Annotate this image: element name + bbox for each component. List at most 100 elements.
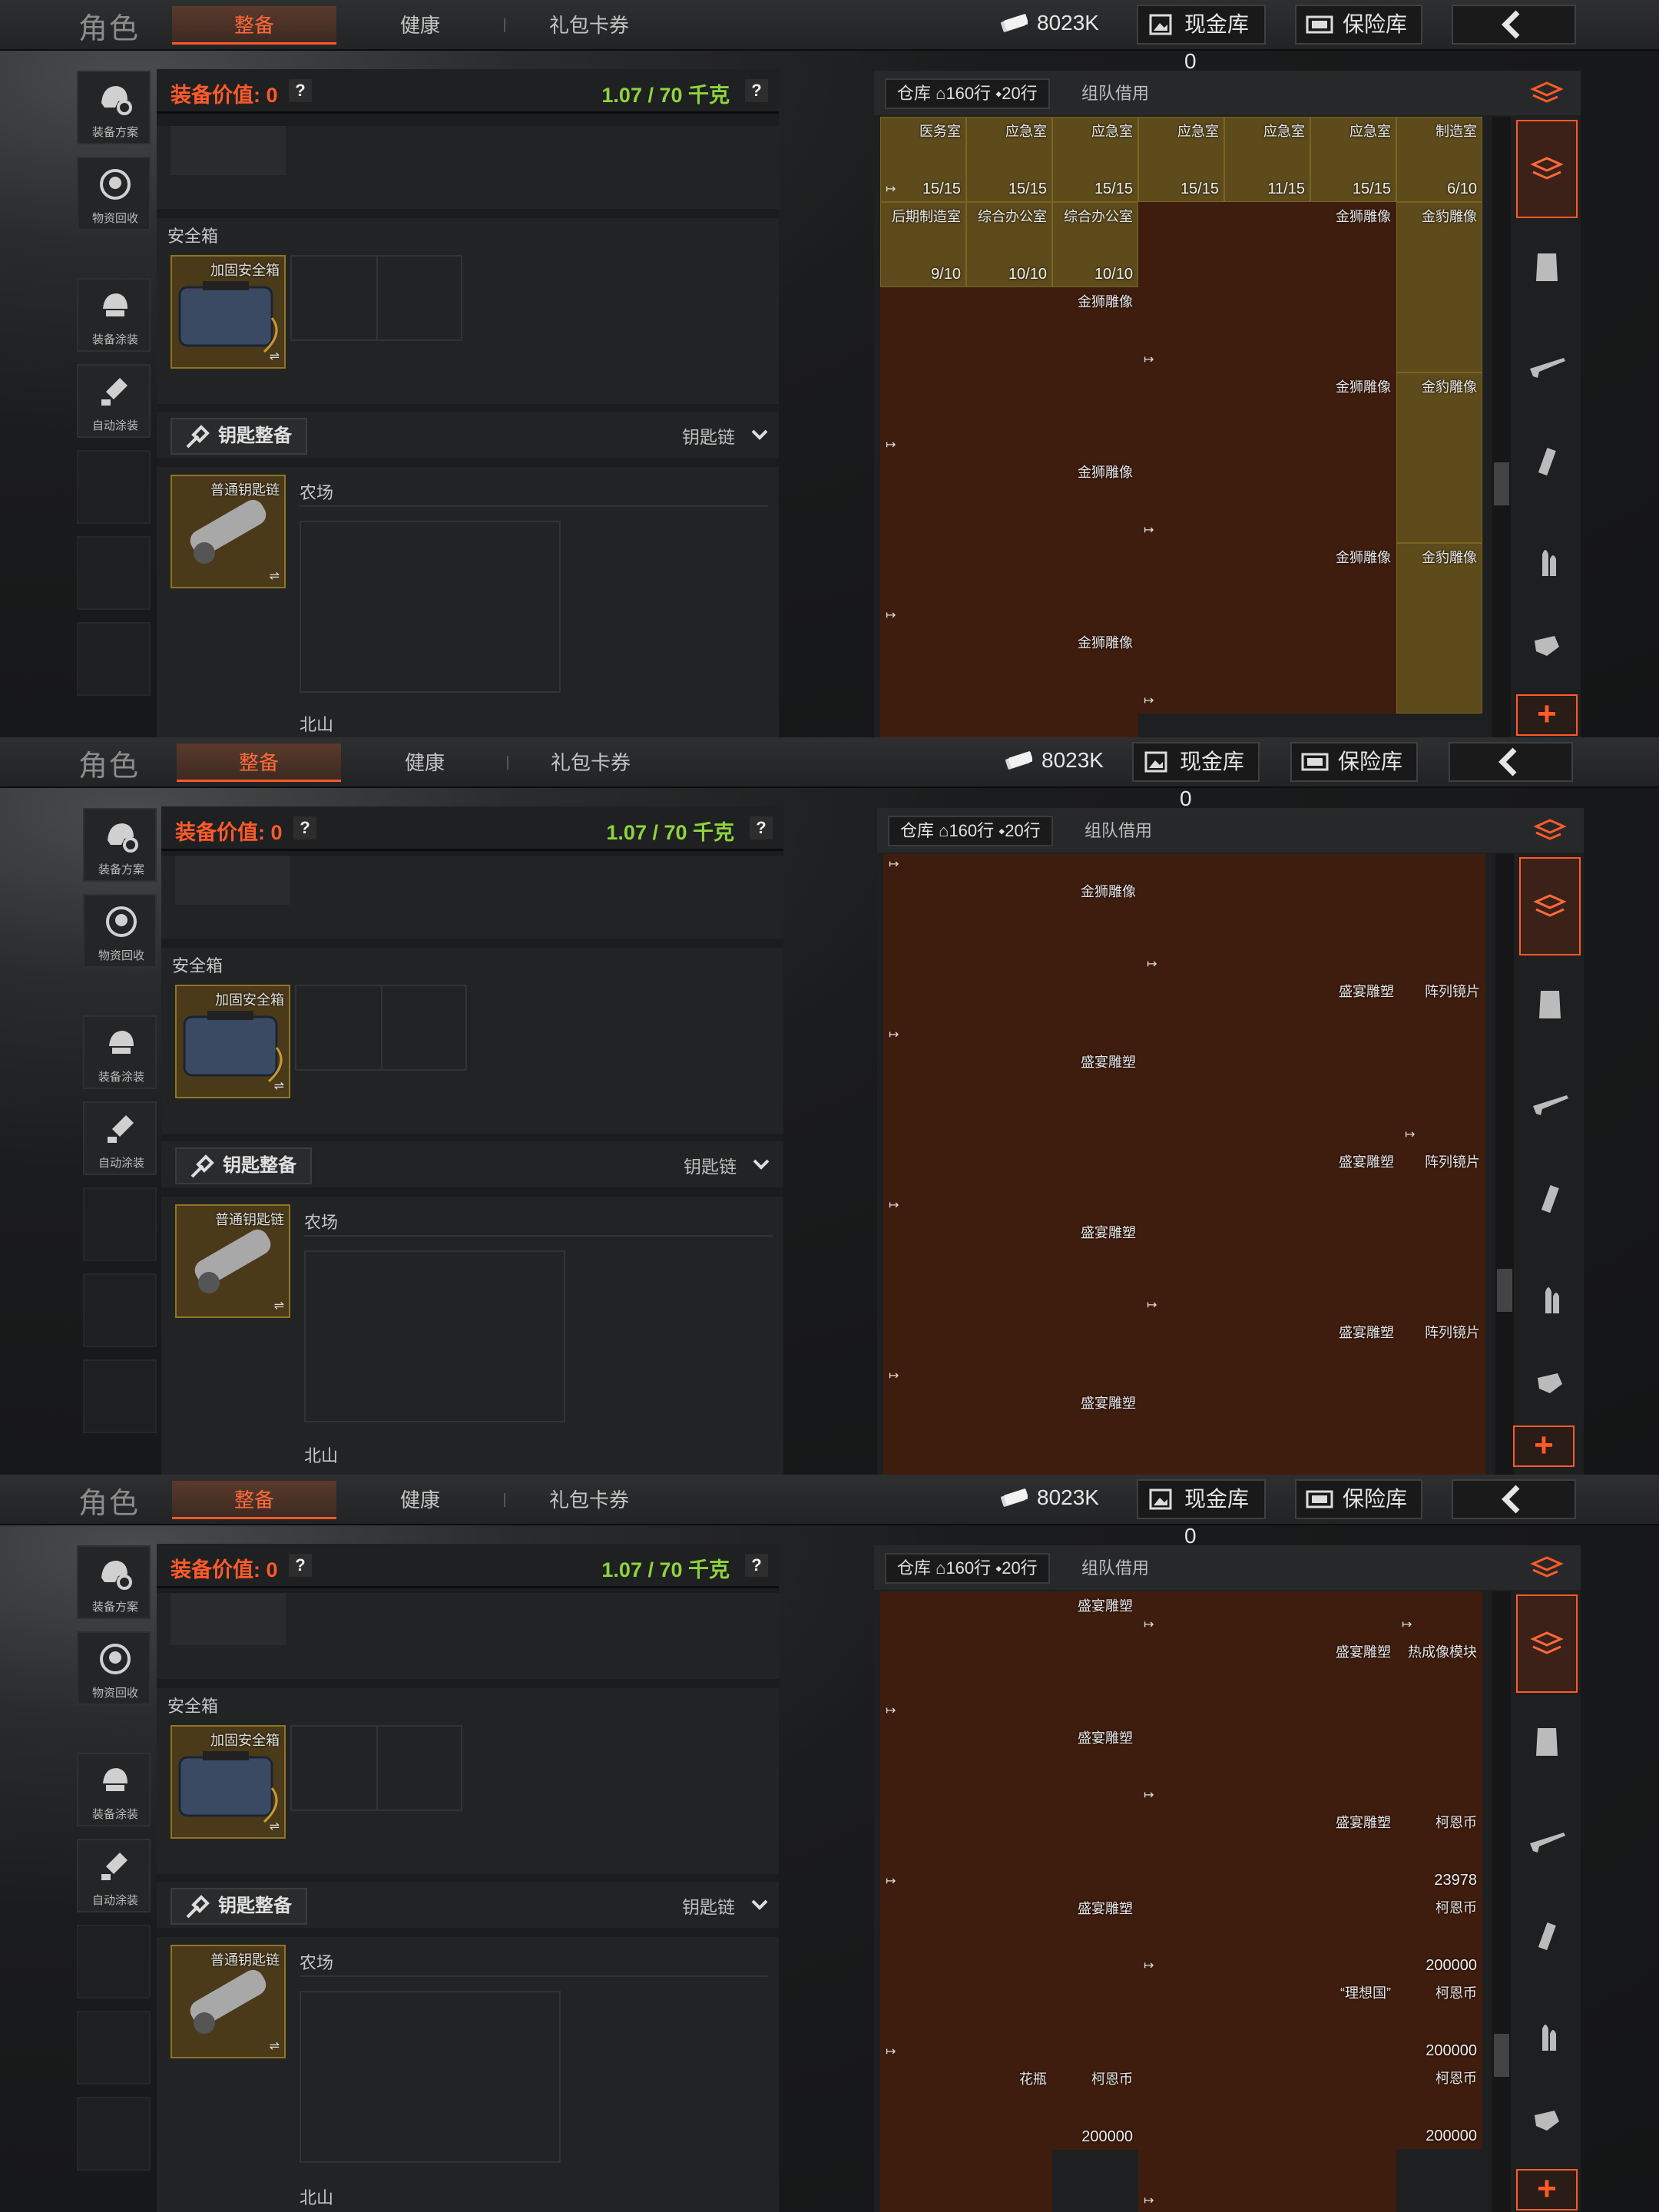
warehouse-item[interactable]: 热成像模块	[1396, 1637, 1482, 1808]
tab-prepare[interactable]: 整备	[172, 1481, 336, 1519]
tab-gift-coupons[interactable]: 礼包卡券	[507, 6, 671, 45]
cash-vault-button[interactable]: 现金库 0	[1132, 742, 1260, 810]
warehouse-scrollbar[interactable]	[1492, 1591, 1511, 2212]
keychain-dropdown[interactable]: 钥匙链	[682, 422, 735, 449]
back-button[interactable]	[1449, 742, 1573, 782]
warehouse-item[interactable]: 盛宴雕塑	[883, 1389, 1141, 1475]
back-button[interactable]	[1452, 1479, 1576, 1519]
warehouse-item[interactable]: 盛宴雕塑	[1141, 1318, 1399, 1475]
warehouse-item[interactable]: 柯恩币 23978	[1396, 1808, 1482, 1893]
category-all[interactable]	[1519, 857, 1581, 955]
category-ammo[interactable]	[1516, 1989, 1578, 2081]
nav-auto-paint[interactable]: 自动涂装	[77, 364, 151, 438]
warehouse-item[interactable]: 盛宴雕塑 ↦	[883, 1048, 1141, 1218]
safe-vault-button[interactable]: 保险库	[1290, 742, 1418, 782]
warehouse-item[interactable]: 柯恩币 200000	[1396, 1893, 1482, 1979]
nav-loadout-plan[interactable]: 装备方案	[77, 71, 151, 144]
keychain-item[interactable]: 普通钥匙链 ⇌	[171, 475, 286, 588]
chevron-down-icon[interactable]	[751, 429, 768, 441]
chevron-down-icon[interactable]	[753, 1158, 770, 1171]
warehouse-scrollbar[interactable]	[1492, 117, 1511, 737]
warehouse-item[interactable]: 应急室 15/15	[1310, 117, 1396, 202]
warehouse-item[interactable]: 盛宴雕塑 ↦	[880, 1591, 1138, 1724]
equip-slot[interactable]	[171, 126, 286, 175]
warehouse-item[interactable]: 金狮雕像 ↦	[883, 877, 1141, 1048]
expand-warehouse-button[interactable]: +	[1513, 1426, 1575, 1467]
warehouse-item[interactable]: 应急室 15/15	[1052, 117, 1138, 202]
warehouse-item[interactable]: 综合办公室 10/10	[966, 202, 1052, 287]
scrollbar-thumb[interactable]	[1494, 2034, 1509, 2077]
warehouse-tab[interactable]: 仓库 ⌂160行 ⬩20行	[885, 1553, 1050, 1584]
warehouse-item[interactable]: 阵列镜片	[1399, 1318, 1485, 1475]
warehouse-item[interactable]: 应急室 15/15	[1138, 117, 1224, 202]
chevron-down-icon[interactable]	[751, 1899, 768, 1911]
category-attachments[interactable]	[1516, 2088, 1578, 2157]
warehouse-item[interactable]: 花瓶	[880, 2065, 1052, 2212]
nav-recycle[interactable]: 物资回收	[77, 157, 151, 230]
warehouse-item[interactable]: 金狮雕像 ↦	[880, 287, 1138, 458]
nav-paint[interactable]: 装备涂装	[83, 1015, 157, 1089]
warehouse-item[interactable]: 盛宴雕塑 ↦	[880, 1894, 1138, 2065]
warehouse-item[interactable]: 盛宴雕塑 ↦	[1138, 1637, 1396, 1808]
sort-settings-button[interactable]	[1516, 71, 1578, 115]
warehouse-item[interactable]: ↦	[1141, 854, 1399, 977]
team-borrow-tab[interactable]: 组队借用	[1081, 78, 1149, 109]
cash-vault-button[interactable]: 现金库 0	[1137, 1479, 1266, 1548]
category-magazines[interactable]	[1516, 1891, 1578, 1983]
warehouse-item[interactable]: 综合办公室 10/10	[1052, 202, 1138, 287]
warehouse-item[interactable]: 金豹雕像	[1396, 543, 1482, 714]
weight-help-button[interactable]: ?	[750, 816, 773, 839]
tab-health[interactable]: 健康	[338, 1481, 502, 1519]
expand-warehouse-button[interactable]: +	[1516, 694, 1578, 736]
nav-auto-paint[interactable]: 自动涂装	[77, 1839, 151, 1912]
team-borrow-tab[interactable]: 组队借用	[1084, 816, 1152, 846]
category-attachments[interactable]	[1516, 613, 1578, 682]
keychain-dropdown[interactable]: 钥匙链	[684, 1152, 737, 1178]
warehouse-item[interactable]: 金豹雕像	[1396, 202, 1482, 373]
nav-auto-paint[interactable]: 自动涂装	[83, 1101, 157, 1175]
cash-vault-button[interactable]: 现金库 0	[1137, 5, 1266, 73]
category-armor[interactable]	[1516, 1694, 1578, 1786]
sort-settings-button[interactable]	[1516, 1545, 1578, 1590]
swap-icon[interactable]: ⇌	[270, 349, 280, 364]
category-all[interactable]	[1516, 120, 1578, 218]
warehouse-item[interactable]: 后期制造室 9/10	[880, 202, 966, 287]
warehouse-item[interactable]: 阵列镜片 ↦	[1399, 977, 1485, 1147]
swap-icon[interactable]: ⇌	[274, 1298, 284, 1313]
scrollbar-thumb[interactable]	[1494, 462, 1509, 505]
equip-slot[interactable]	[171, 1593, 286, 1645]
tab-prepare[interactable]: 整备	[172, 6, 336, 45]
warehouse-item[interactable]: 制造室 6/10	[1396, 117, 1482, 202]
warehouse-tab[interactable]: 仓库 ⌂160行 ⬩20行	[885, 78, 1050, 109]
warehouse-item[interactable]: 盛宴雕塑 ↦	[880, 1724, 1138, 1894]
expand-warehouse-button[interactable]: +	[1516, 2169, 1578, 2210]
warehouse-item[interactable]: 柯恩币 200000	[1052, 2065, 1138, 2150]
tab-health[interactable]: 健康	[343, 743, 507, 782]
safe-vault-button[interactable]: 保险库	[1295, 1479, 1422, 1519]
category-weapons[interactable]	[1516, 1793, 1578, 1885]
swap-icon[interactable]: ⇌	[270, 2038, 280, 2054]
warehouse-item[interactable]: 金狮雕像 ↦	[880, 458, 1138, 628]
warehouse-item[interactable]: 金狮雕像	[880, 628, 1138, 737]
warehouse-item[interactable]: 柯恩币 200000	[1396, 2064, 1482, 2149]
warehouse-item[interactable]: ↦	[1138, 1591, 1396, 1637]
team-borrow-tab[interactable]: 组队借用	[1081, 1553, 1149, 1584]
safebox-item[interactable]: 加固安全箱 ⇌	[171, 255, 286, 369]
equip-slot[interactable]	[175, 856, 290, 905]
safebox-item[interactable]: 加固安全箱 ⇌	[175, 985, 290, 1098]
tab-prepare[interactable]: 整备	[177, 743, 341, 782]
category-ammo[interactable]	[1519, 1252, 1581, 1344]
scrollbar-thumb[interactable]	[1497, 1269, 1512, 1312]
keychain-dropdown[interactable]: 钥匙链	[682, 1892, 735, 1919]
warehouse-item[interactable]: 金狮雕像 ↦	[1138, 202, 1396, 373]
key-loadout-button[interactable]: 钥匙整备	[171, 418, 307, 455]
category-armor[interactable]	[1519, 957, 1581, 1049]
nav-paint[interactable]: 装备涂装	[77, 1753, 151, 1826]
warehouse-item[interactable]: 盛宴雕塑 ↦	[1138, 1808, 1396, 1979]
warehouse-item[interactable]: 应急室 15/15	[966, 117, 1052, 202]
key-loadout-button[interactable]: 钥匙整备	[171, 1888, 307, 1925]
category-magazines[interactable]	[1516, 416, 1578, 508]
warehouse-item[interactable]: 盛宴雕塑 ↦	[1141, 1147, 1399, 1318]
category-all[interactable]	[1516, 1594, 1578, 1693]
warehouse-item[interactable]: 金狮雕像 ↦	[1138, 543, 1396, 714]
